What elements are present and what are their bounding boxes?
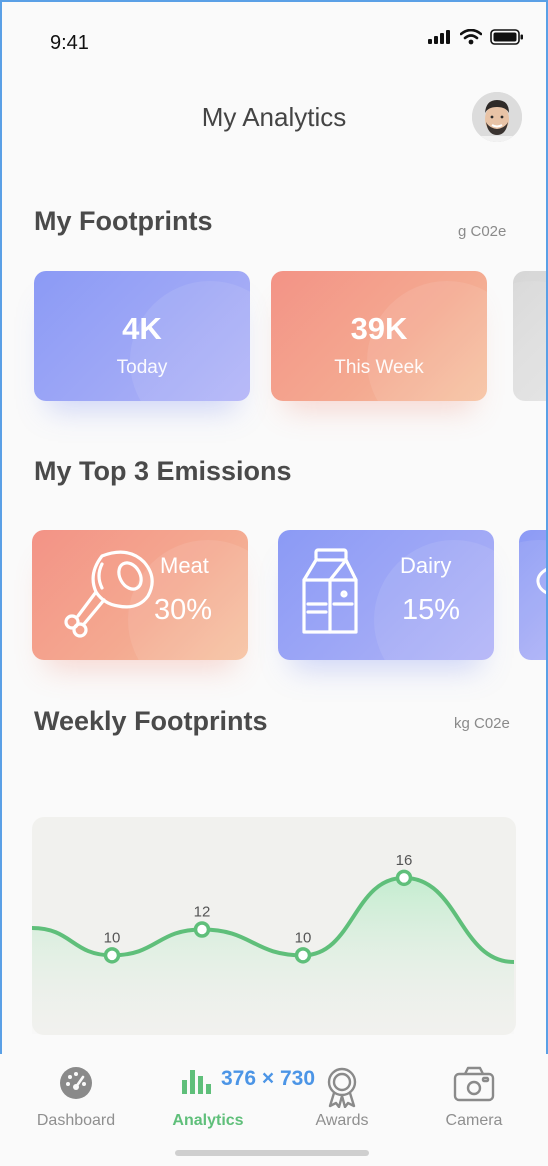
tab-camera-label: Camera — [445, 1112, 503, 1129]
tab-awards-label: Awards — [315, 1112, 369, 1129]
camera-icon — [453, 1066, 495, 1102]
chart-point[interactable] — [395, 869, 413, 887]
milk-carton-icon — [302, 548, 358, 634]
award-medal-icon — [327, 1067, 357, 1108]
footprint-today-label: Today — [116, 357, 168, 378]
footprint-today-value: 4K — [122, 311, 162, 346]
bar-chart-icon — [182, 1070, 211, 1094]
chart-data-label: 10 — [295, 929, 312, 946]
tab-camera[interactable]: Camera — [414, 1054, 534, 1144]
tab-dashboard-label: Dashboard — [36, 1112, 116, 1129]
chart-data-label: 10 — [104, 929, 121, 946]
chart-point[interactable] — [103, 947, 121, 964]
chart-point[interactable] — [193, 921, 211, 938]
footprint-card-week[interactable]: 39K This Week — [271, 271, 487, 401]
chart-point[interactable] — [294, 947, 312, 964]
home-indicator[interactable] — [175, 1150, 369, 1156]
footprint-card-today[interactable]: 4K Today — [34, 271, 250, 401]
chart-data-label: 16 — [396, 852, 413, 869]
status-icons — [428, 29, 524, 45]
emission-meat-name: Meat — [160, 553, 209, 578]
emissions-title: My Top 3 Emissions — [34, 456, 292, 486]
status-bar: 9:41 — [2, 2, 546, 82]
emission-card-dairy[interactable]: Dairy 15% — [278, 530, 494, 660]
weekly-footprint-chart: 10 12 10 16 — [31, 852, 515, 1034]
phone-screen: 9:41 My Analytics My Footprints g C02e 4… — [0, 0, 548, 1056]
page-title: My Analytics — [201, 102, 347, 132]
gauge-icon — [60, 1067, 92, 1099]
meat-drumstick-icon — [64, 550, 154, 638]
footprints-unit: g C02e — [458, 223, 507, 240]
wifi-icon — [460, 29, 482, 45]
weekly-unit: kg C02e — [454, 715, 510, 732]
emission-dairy-percent: 15% — [402, 594, 461, 626]
signal-icon — [428, 30, 450, 44]
tab-dashboard[interactable]: Dashboard — [16, 1054, 136, 1144]
battery-icon — [490, 29, 523, 45]
dimension-overlay: 376 × 730 — [221, 1067, 316, 1090]
emission-dairy-name: Dairy — [400, 553, 452, 578]
tab-analytics-label: Analytics — [172, 1112, 244, 1129]
status-time: 9:41 — [50, 32, 89, 54]
emission-card-meat[interactable]: Meat 30% — [32, 530, 248, 660]
emission-card-partial[interactable] — [519, 530, 546, 660]
weekly-title: Weekly Footprints — [34, 706, 268, 736]
footprint-week-label: This Week — [334, 357, 424, 378]
chart-data-label: 12 — [194, 904, 211, 921]
footprint-card-partial[interactable] — [513, 271, 546, 401]
user-face-icon — [472, 92, 522, 142]
footprints-title: My Footprints — [34, 206, 213, 236]
avatar[interactable] — [472, 92, 522, 142]
footprint-week-value: 39K — [350, 311, 408, 346]
emission-meat-percent: 30% — [154, 594, 213, 626]
partial-emission-icon — [536, 567, 546, 595]
